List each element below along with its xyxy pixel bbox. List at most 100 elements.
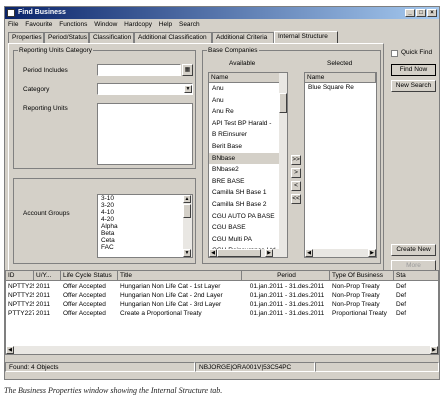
col-status-header[interactable]: Sta xyxy=(394,271,438,281)
row-period-cell: 01.jan.2011 - 31.des.2011 xyxy=(249,310,325,317)
account-groups-list[interactable]: 3-10 3-20 4-10 4-20 Alpha Beta Ceta FAC ▲ ▼ xyxy=(97,194,193,258)
title-bar[interactable]: Find Business _ □ × xyxy=(5,7,439,19)
row-uy-cell: 2011 xyxy=(36,283,50,290)
col-id-header[interactable]: ID xyxy=(6,271,34,281)
available-name-header-text: Name xyxy=(211,74,229,81)
row-status-cell: Def xyxy=(396,292,407,299)
quick-find-checkbox[interactable] xyxy=(391,50,398,57)
col-title-header[interactable]: Title xyxy=(118,271,242,281)
available-name-header[interactable]: Name ▲ xyxy=(209,73,287,83)
tab-additional-criteria[interactable]: Additional Criteria xyxy=(212,32,274,43)
available-company-item[interactable]: B REinsurer xyxy=(209,129,287,141)
scroll-thumb[interactable] xyxy=(279,93,287,113)
available-company-item[interactable]: Anu xyxy=(209,83,287,95)
menu-bar: File Favourite Functions Window Hardcopy… xyxy=(5,20,439,30)
available-company-item[interactable]: BRE BASE xyxy=(209,176,287,188)
close-button[interactable]: × xyxy=(427,9,437,17)
menu-search[interactable]: Search xyxy=(179,21,200,28)
new-search-button[interactable]: New Search xyxy=(391,80,436,92)
row-title-cell: Hungarian Non Life Cat - 1st Layer xyxy=(120,283,221,290)
chevron-down-icon[interactable]: ▼ xyxy=(184,85,192,93)
row-uy-cell: 2011 xyxy=(36,292,50,299)
remove-all-button[interactable]: << xyxy=(291,194,301,204)
menu-favourite[interactable]: Favourite xyxy=(25,21,52,28)
add-all-button[interactable]: >> xyxy=(291,155,301,165)
maximize-button[interactable]: □ xyxy=(416,9,426,17)
col-type-header[interactable]: Type Of Business xyxy=(330,271,394,281)
table-row[interactable]: NPTTY25652011 Offer Accepted Hungarian Non… xyxy=(6,282,438,291)
available-company-item[interactable]: API Test BP Harald - xyxy=(209,118,287,130)
available-company-item[interactable]: Camilla SH Base 2 xyxy=(209,199,287,211)
menu-window[interactable]: Window xyxy=(94,21,117,28)
available-company-item[interactable]: Anu Re xyxy=(209,106,287,118)
menu-file[interactable]: File xyxy=(8,21,18,28)
tab-classification[interactable]: Classification xyxy=(89,32,134,43)
account-group-item[interactable]: Beta xyxy=(98,230,192,237)
selected-hscrollbar[interactable]: ◀ ▶ xyxy=(305,249,376,257)
scroll-down-icon[interactable]: ▼ xyxy=(183,249,191,257)
available-company-item[interactable]: BNbase xyxy=(209,152,287,165)
available-company-item[interactable]: CGU BASE xyxy=(209,222,287,234)
results-hscrollbar[interactable]: ◀ ▶ xyxy=(6,346,438,354)
available-company-item[interactable]: CGU AUTO PA BASE xyxy=(209,211,287,223)
available-company-item[interactable]: BNbase2 xyxy=(209,164,287,176)
scroll-right-icon[interactable]: ▶ xyxy=(265,249,273,257)
account-group-item[interactable]: Ceta xyxy=(98,237,192,244)
account-groups-items: 3-10 3-20 4-10 4-20 Alpha Beta Ceta FAC xyxy=(98,195,192,251)
account-group-item[interactable]: 3-20 xyxy=(98,202,192,209)
available-scrollbar[interactable] xyxy=(279,73,287,249)
tab-internal-structure[interactable]: Internal Structure xyxy=(274,31,338,43)
menu-hardcopy[interactable]: Hardcopy xyxy=(124,21,152,28)
tab-additional-classification[interactable]: Additional Classification xyxy=(134,32,212,43)
category-select[interactable]: ▼ xyxy=(97,83,193,95)
reporting-units-list[interactable] xyxy=(97,103,193,165)
calendar-button[interactable]: ▦ xyxy=(182,64,193,76)
account-groups-scrollbar[interactable]: ▲ ▼ xyxy=(183,195,192,257)
status-found-count: Found: 4 Objects xyxy=(5,362,195,372)
table-row[interactable]: PTTY22752011 Offer Accepted Create a Propo… xyxy=(6,309,438,318)
period-includes-field[interactable] xyxy=(97,64,181,76)
col-life-cycle-header[interactable]: Life Cycle Status xyxy=(61,271,118,281)
col-uy-header[interactable]: U/Y... xyxy=(34,271,61,281)
find-business-window: Find Business _ □ × File Favourite Funct… xyxy=(4,6,440,380)
row-uy-cell: 2011 xyxy=(36,301,50,308)
account-group-item[interactable]: 4-10 xyxy=(98,209,192,216)
account-group-item[interactable]: 4-20 xyxy=(98,216,192,223)
status-bar: Found: 4 Objects NBJORGE|ORA001V|53C54PC xyxy=(5,362,439,372)
create-new-button[interactable]: Create New xyxy=(391,244,436,256)
available-hscrollbar[interactable]: ◀ ▶ xyxy=(209,249,287,257)
available-company-item[interactable]: Berit Base xyxy=(209,141,287,153)
reporting-units-label: Reporting Units xyxy=(23,105,68,112)
available-company-item[interactable]: Anu xyxy=(209,95,287,107)
minimize-button[interactable]: _ xyxy=(405,9,415,17)
scroll-left-icon[interactable]: ◀ xyxy=(305,249,313,257)
account-group-item[interactable]: FAC xyxy=(98,244,192,251)
table-row[interactable]: NPTTY25672011 Offer Accepted Hungarian Non… xyxy=(6,300,438,309)
scroll-thumb[interactable] xyxy=(217,249,261,257)
find-now-button[interactable]: Find Now xyxy=(391,64,436,76)
tab-period-status[interactable]: Period/Status xyxy=(44,32,89,43)
selected-items: Blue Square Re xyxy=(305,83,376,93)
add-button[interactable]: > xyxy=(291,168,301,178)
selected-company-item[interactable]: Blue Square Re xyxy=(305,83,376,93)
scroll-thumb[interactable] xyxy=(183,204,191,218)
table-row[interactable]: NPTTY25662011 Offer Accepted Hungarian Non… xyxy=(6,291,438,300)
remove-button[interactable]: < xyxy=(291,181,301,191)
tab-properties[interactable]: Properties xyxy=(8,32,44,43)
scroll-up-icon[interactable]: ▲ xyxy=(183,195,191,203)
scroll-right-icon[interactable]: ▶ xyxy=(368,249,376,257)
available-company-item[interactable]: Camilla SH Base 1 xyxy=(209,187,287,199)
scroll-left-icon[interactable]: ◀ xyxy=(209,249,217,257)
col-period-header[interactable]: Period xyxy=(242,271,330,281)
menu-help[interactable]: Help xyxy=(159,21,172,28)
scroll-right-icon[interactable]: ▶ xyxy=(430,346,438,354)
available-company-item[interactable]: CGU Multi PA xyxy=(209,234,287,246)
menu-functions[interactable]: Functions xyxy=(59,21,87,28)
selected-companies-list[interactable]: Name Blue Square Re xyxy=(304,72,377,258)
scroll-left-icon[interactable]: ◀ xyxy=(6,346,14,354)
account-group-item[interactable]: Alpha xyxy=(98,223,192,230)
account-group-item[interactable]: 3-10 xyxy=(98,195,192,202)
selected-name-header[interactable]: Name xyxy=(305,73,376,83)
available-companies-list[interactable]: Name ▲ AnuAnuAnu ReAPI Test BP Harald -B… xyxy=(208,72,288,258)
figure-caption: The Business Properties window showing t… xyxy=(4,386,223,395)
